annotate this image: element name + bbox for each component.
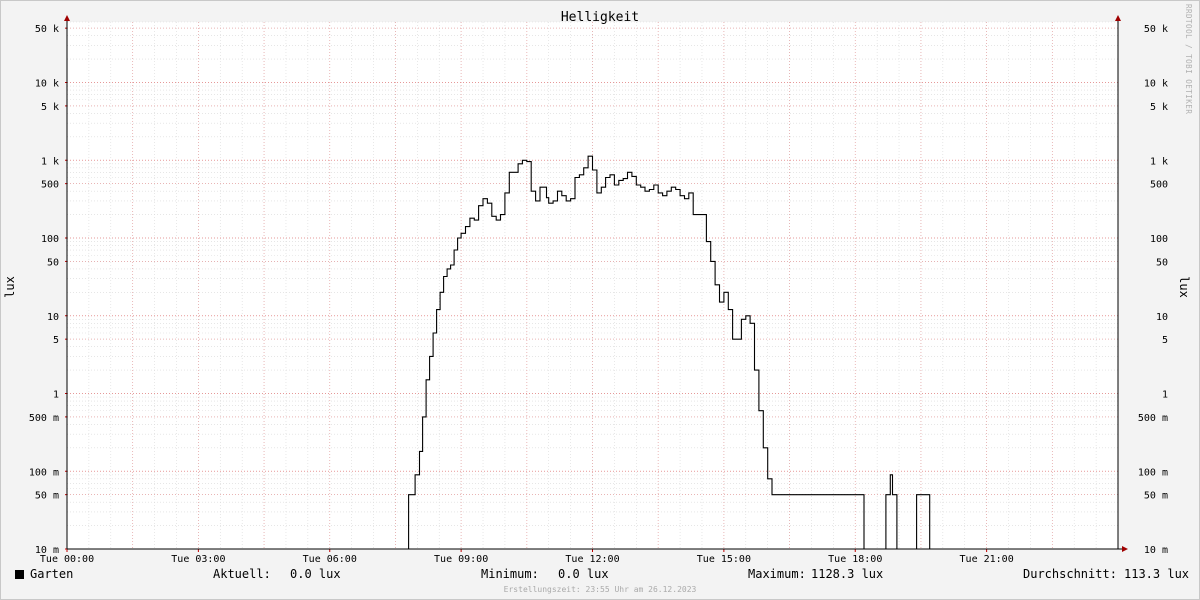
legend-max-label: Maximum: xyxy=(748,567,806,581)
legend-max-value: 1128.3 lux xyxy=(811,567,884,581)
x-tick-label: Tue 09:00 xyxy=(434,554,488,565)
y-tick-labels-right: 10 m 50 m 100 m 500 m 1 5 10 50 100 500 1 k 5 k 10 k… xyxy=(1138,24,1168,556)
y-tick-label-right: 5 xyxy=(1162,335,1168,346)
y-tick-label-right: 50 m xyxy=(1144,491,1168,502)
y-tick-label-left: 50 k xyxy=(35,24,59,35)
y-tick-label-right: 10 m xyxy=(1144,545,1168,556)
x-tick-label: Tue 03:00 xyxy=(171,554,225,565)
chart-title: Helligkeit xyxy=(560,10,640,25)
y-tick-label-right: 1 k xyxy=(1150,156,1168,167)
legend-min-label: Minimum: xyxy=(481,567,539,581)
watermark: RRDTOOL / TOBI OETIKER xyxy=(1184,4,1193,115)
y-tick-label-right: 5 k xyxy=(1150,102,1168,113)
y-tick-label-left: 5 xyxy=(53,335,59,346)
y-tick-label-right: 500 xyxy=(1150,180,1168,191)
x-tick-label: Tue 00:00 xyxy=(40,554,94,565)
y-tick-label-left: 1 k xyxy=(41,156,59,167)
y-tick-label-left: 50 m xyxy=(35,491,59,502)
y-axis-label-right: lux xyxy=(1177,276,1191,298)
y-tick-label-left: 100 xyxy=(41,234,59,245)
x-tick-labels: Tue 00:00 Tue 03:00 Tue 06:00 Tue 09:00 Tue … xyxy=(40,554,1014,565)
x-tick-label: Tue 12:00 xyxy=(565,554,619,565)
chart-svg: 10 m 50 m 100 m 500 m 1 5 10 50 100 500 1 k 5 k 10 k… xyxy=(3,15,1191,565)
y-tick-label-left: 500 xyxy=(41,180,59,191)
y-tick-label-right: 500 m xyxy=(1138,413,1168,424)
y-tick-label-right: 50 xyxy=(1156,257,1168,268)
y-tick-label-left: 5 k xyxy=(41,102,59,113)
legend-series-name: Garten xyxy=(30,567,74,581)
y-tick-label-right: 100 m xyxy=(1138,467,1168,478)
y-tick-label-left: 500 m xyxy=(29,413,59,424)
y-tick-label-right: 100 xyxy=(1150,234,1168,245)
y-tick-label-right: 10 xyxy=(1156,312,1168,323)
y-tick-label-right: 10 k xyxy=(1144,79,1168,90)
x-axis-arrow xyxy=(1122,546,1128,552)
x-tick-label: Tue 15:00 xyxy=(697,554,751,565)
x-tick-label: Tue 06:00 xyxy=(303,554,357,565)
y-axis-label-left: lux xyxy=(3,276,17,298)
legend-avg-label: Durchschnitt: xyxy=(1023,567,1117,581)
legend-swatch xyxy=(15,570,24,579)
y-tick-label-left: 1 xyxy=(53,390,59,401)
y-tick-label-left: 50 xyxy=(47,257,59,268)
y-tick-labels-left: 10 m50 m100 m500 m1510501005001 k5 k10 k… xyxy=(29,24,59,556)
footer-timestamp: Erstellungszeit: 23:55 Uhr am 26.12.2023 xyxy=(503,585,697,594)
y-tick-label-left: 100 m xyxy=(29,467,59,478)
legend-avg-value: 113.3 lux xyxy=(1124,567,1190,581)
y-tick-label-left: 10 k xyxy=(35,79,59,90)
y-tick-label-left: 10 xyxy=(47,312,59,323)
x-tick-label: Tue 18:00 xyxy=(828,554,882,565)
legend-current-label: Aktuell: xyxy=(213,567,271,581)
legend-current-value: 0.0 lux xyxy=(290,567,341,581)
x-tick-label: Tue 21:00 xyxy=(960,554,1014,565)
y-tick-label-right: 1 xyxy=(1162,390,1168,401)
y-tick-label-right: 50 k xyxy=(1144,24,1168,35)
legend-min-value: 0.0 lux xyxy=(558,567,609,581)
